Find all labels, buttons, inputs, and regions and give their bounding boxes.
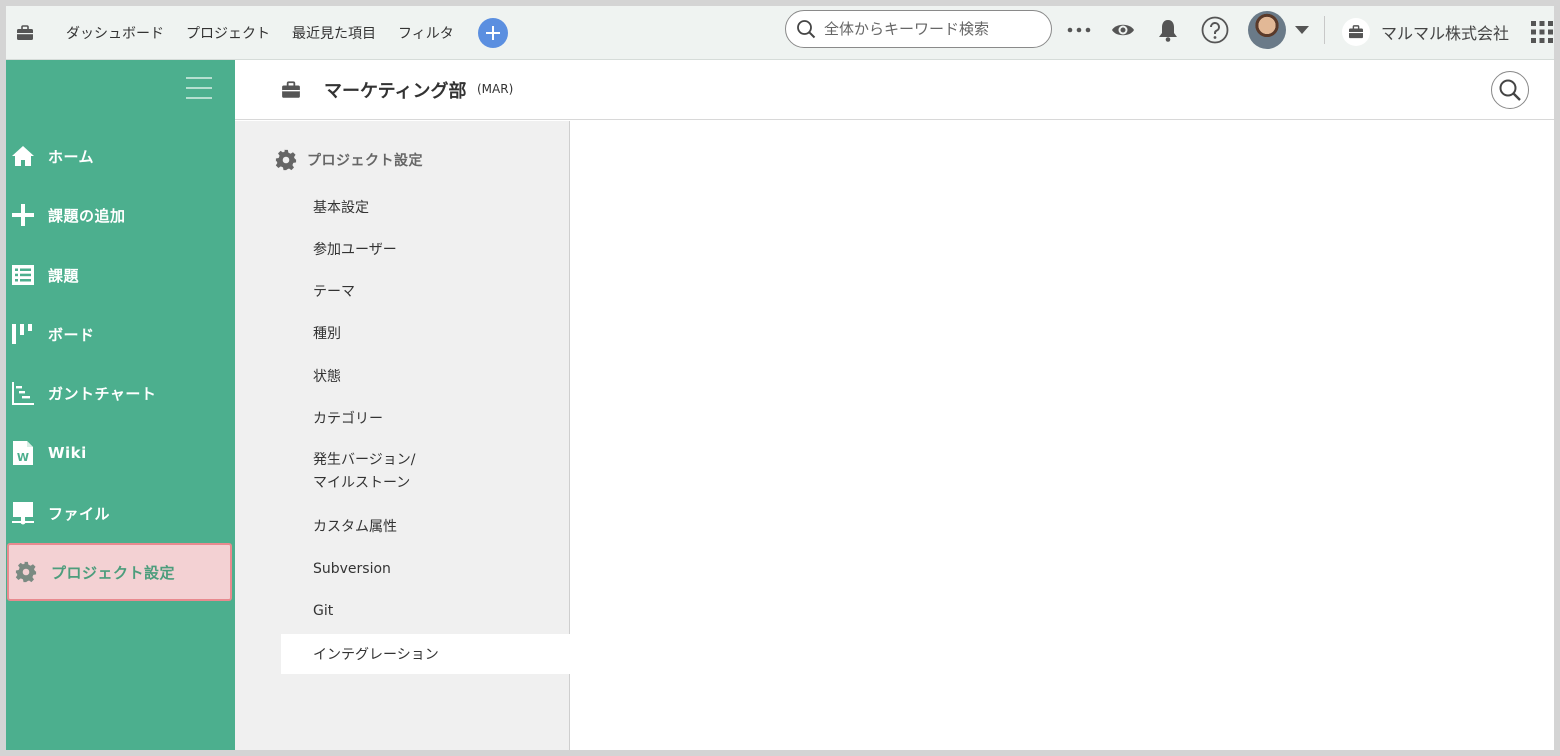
settings-item-theme[interactable]: テーマ (281, 271, 570, 311)
sidebar-item-label: 課題 (48, 266, 80, 285)
help-icon[interactable] (1200, 15, 1230, 45)
sidebar-item-label: プロジェクト設定 (51, 563, 176, 582)
settings-heading: プロジェクト設定 (275, 149, 423, 171)
sidebar-item-add-issue[interactable]: 課題の追加 (6, 189, 235, 241)
settings-item-versions-line2: マイルストーン (313, 475, 411, 491)
sidebar-item-label: ファイル (48, 504, 111, 523)
nav-projects[interactable]: プロジェクト (186, 23, 270, 43)
header-divider (1324, 16, 1325, 44)
plus-icon (10, 202, 36, 228)
sidebar-item-wiki[interactable]: W Wiki (6, 427, 235, 479)
briefcase-icon[interactable] (14, 22, 36, 44)
board-icon (10, 321, 36, 347)
app-window: ダッシュボード プロジェクト 最近見た項目 フィルタ マル (6, 6, 1554, 750)
main-content (571, 121, 1554, 750)
apps-icon[interactable] (1530, 20, 1554, 44)
gantt-icon (10, 380, 36, 406)
settings-item-custom-fields[interactable]: カスタム属性 (281, 506, 570, 546)
sidebar-item-project-settings[interactable]: プロジェクト設定 (7, 543, 232, 601)
file-icon (10, 500, 36, 526)
settings-item-issue-types[interactable]: 種別 (281, 313, 570, 353)
project-header: マーケティング部 (MAR) (235, 60, 1554, 120)
settings-item-basic[interactable]: 基本設定 (281, 187, 570, 227)
settings-item-git[interactable]: Git (281, 591, 570, 631)
more-icon[interactable] (1066, 17, 1092, 43)
search-icon (797, 20, 816, 39)
sidebar-item-gantt[interactable]: ガントチャート (6, 367, 235, 419)
settings-item-statuses[interactable]: 状態 (281, 356, 570, 396)
sidebar-item-label: 課題の追加 (48, 206, 126, 225)
nav-recent[interactable]: 最近見た項目 (292, 23, 376, 43)
project-key: (MAR) (477, 82, 514, 96)
sidebar-item-board[interactable]: ボード (6, 308, 235, 360)
global-search[interactable] (785, 10, 1052, 48)
nav-dashboard[interactable]: ダッシュボード (66, 23, 164, 43)
sidebar-item-files[interactable]: ファイル (6, 487, 235, 539)
settings-item-subversion[interactable]: Subversion (281, 549, 570, 589)
menu-icon[interactable] (186, 76, 212, 100)
avatar[interactable] (1248, 11, 1286, 49)
settings-item-categories[interactable]: カテゴリー (281, 398, 570, 438)
eye-icon[interactable] (1110, 17, 1136, 43)
add-button[interactable] (477, 17, 508, 48)
search-input[interactable] (824, 20, 1034, 38)
project-search-button[interactable] (1491, 71, 1529, 109)
settings-menu: プロジェクト設定 基本設定 参加ユーザー テーマ 種別 状態 カテゴリー 発生バ… (235, 121, 570, 750)
organization-name[interactable]: マルマル株式会社 (1381, 20, 1509, 44)
search-icon (1499, 79, 1521, 101)
nav-filter[interactable]: フィルタ (398, 23, 454, 43)
sidebar-item-label: ボード (48, 325, 95, 344)
gear-icon (13, 559, 39, 585)
chevron-down-icon[interactable] (1294, 22, 1310, 38)
sidebar-item-label: ガントチャート (48, 384, 157, 403)
settings-heading-label: プロジェクト設定 (307, 153, 423, 169)
bell-icon[interactable] (1155, 17, 1181, 43)
svg-text:W: W (17, 451, 29, 464)
wiki-icon: W (10, 440, 36, 466)
briefcase-icon (281, 81, 303, 101)
settings-item-integrations[interactable]: インテグレーション (281, 634, 570, 674)
project-title[interactable]: マーケティング部 (324, 77, 467, 103)
project-sidebar: ホーム 課題の追加 課題 ボード ガントチャート W Wiki ファイル プロジ… (6, 60, 235, 750)
sidebar-item-home[interactable]: ホーム (6, 130, 235, 182)
settings-item-versions-line1: 発生バージョン/ (313, 452, 416, 468)
global-header: ダッシュボード プロジェクト 最近見た項目 フィルタ マル (6, 6, 1554, 60)
sidebar-item-label: Wiki (48, 444, 87, 462)
organization-icon (1342, 18, 1370, 46)
sidebar-item-label: ホーム (48, 147, 95, 166)
gear-icon (275, 149, 297, 171)
sidebar-item-issues[interactable]: 課題 (6, 249, 235, 301)
settings-item-versions[interactable]: 発生バージョン/ マイルストーン (281, 446, 570, 498)
home-icon (10, 143, 36, 169)
list-icon (10, 262, 36, 288)
settings-item-members[interactable]: 参加ユーザー (281, 229, 570, 269)
plus-icon (485, 25, 500, 40)
